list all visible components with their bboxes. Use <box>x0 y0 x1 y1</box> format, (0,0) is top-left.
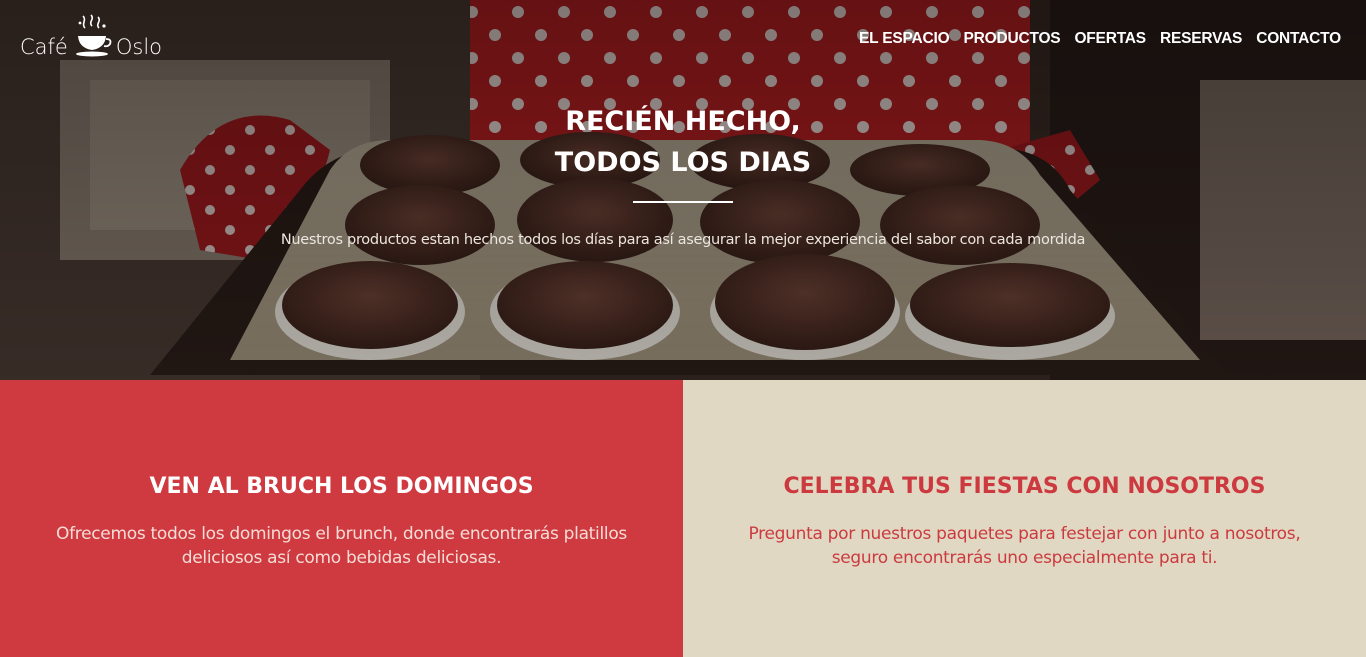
brand-word-left: Café <box>20 35 68 59</box>
hero-title-line-1: RECIÉN HECHO, <box>565 106 801 137</box>
promo-title-fiestas: CELEBRA TUS FIESTAS CON NOSOTROS <box>783 474 1266 499</box>
nav-link-reservas[interactable]: RESERVAS <box>1160 30 1242 48</box>
hero-section: Café Oslo EL ESPACIO PRODUCTOS OFERTAS R… <box>0 0 1366 380</box>
promo-panel-brunch: VEN AL BRUCH LOS DOMINGOS Ofrecemos todo… <box>0 380 683 657</box>
promo-text-brunch: Ofrecemos todos los domingos el brunch, … <box>56 524 627 568</box>
hero-title-line-2: TODOS LOS DIAS <box>554 147 812 178</box>
hero-divider <box>633 201 733 203</box>
nav-link-ofertas[interactable]: OFERTAS <box>1074 30 1146 48</box>
hero-subtitle: Nuestros productos estan hechos todos lo… <box>280 232 1086 248</box>
promo-title-brunch: VEN AL BRUCH LOS DOMINGOS <box>149 474 534 499</box>
promo-panel-fiestas: CELEBRA TUS FIESTAS CON NOSOTROS Pregunt… <box>683 380 1366 657</box>
main-nav: EL ESPACIO PRODUCTOS OFERTAS RESERVAS CO… <box>859 30 1341 48</box>
hero-title: RECIÉN HECHO, TODOS LOS DIAS <box>0 101 1366 183</box>
brand-word-right: Oslo <box>115 35 163 59</box>
nav-link-productos[interactable]: PRODUCTOS <box>963 30 1060 48</box>
brand-logo[interactable]: Café Oslo <box>20 10 162 60</box>
nav-link-el-espacio[interactable]: EL ESPACIO <box>859 30 950 48</box>
coffee-cup-icon <box>75 14 112 57</box>
promo-text-fiestas: Pregunta por nuestros paquetes para fest… <box>748 524 1301 568</box>
hero-content: RECIÉN HECHO, TODOS LOS DIAS Nuestros pr… <box>0 101 1366 248</box>
nav-link-contacto[interactable]: CONTACTO <box>1256 30 1341 48</box>
promo-panels: VEN AL BRUCH LOS DOMINGOS Ofrecemos todo… <box>0 380 1366 657</box>
site-header: Café Oslo EL ESPACIO PRODUCTOS OFERTAS R… <box>0 0 1366 80</box>
